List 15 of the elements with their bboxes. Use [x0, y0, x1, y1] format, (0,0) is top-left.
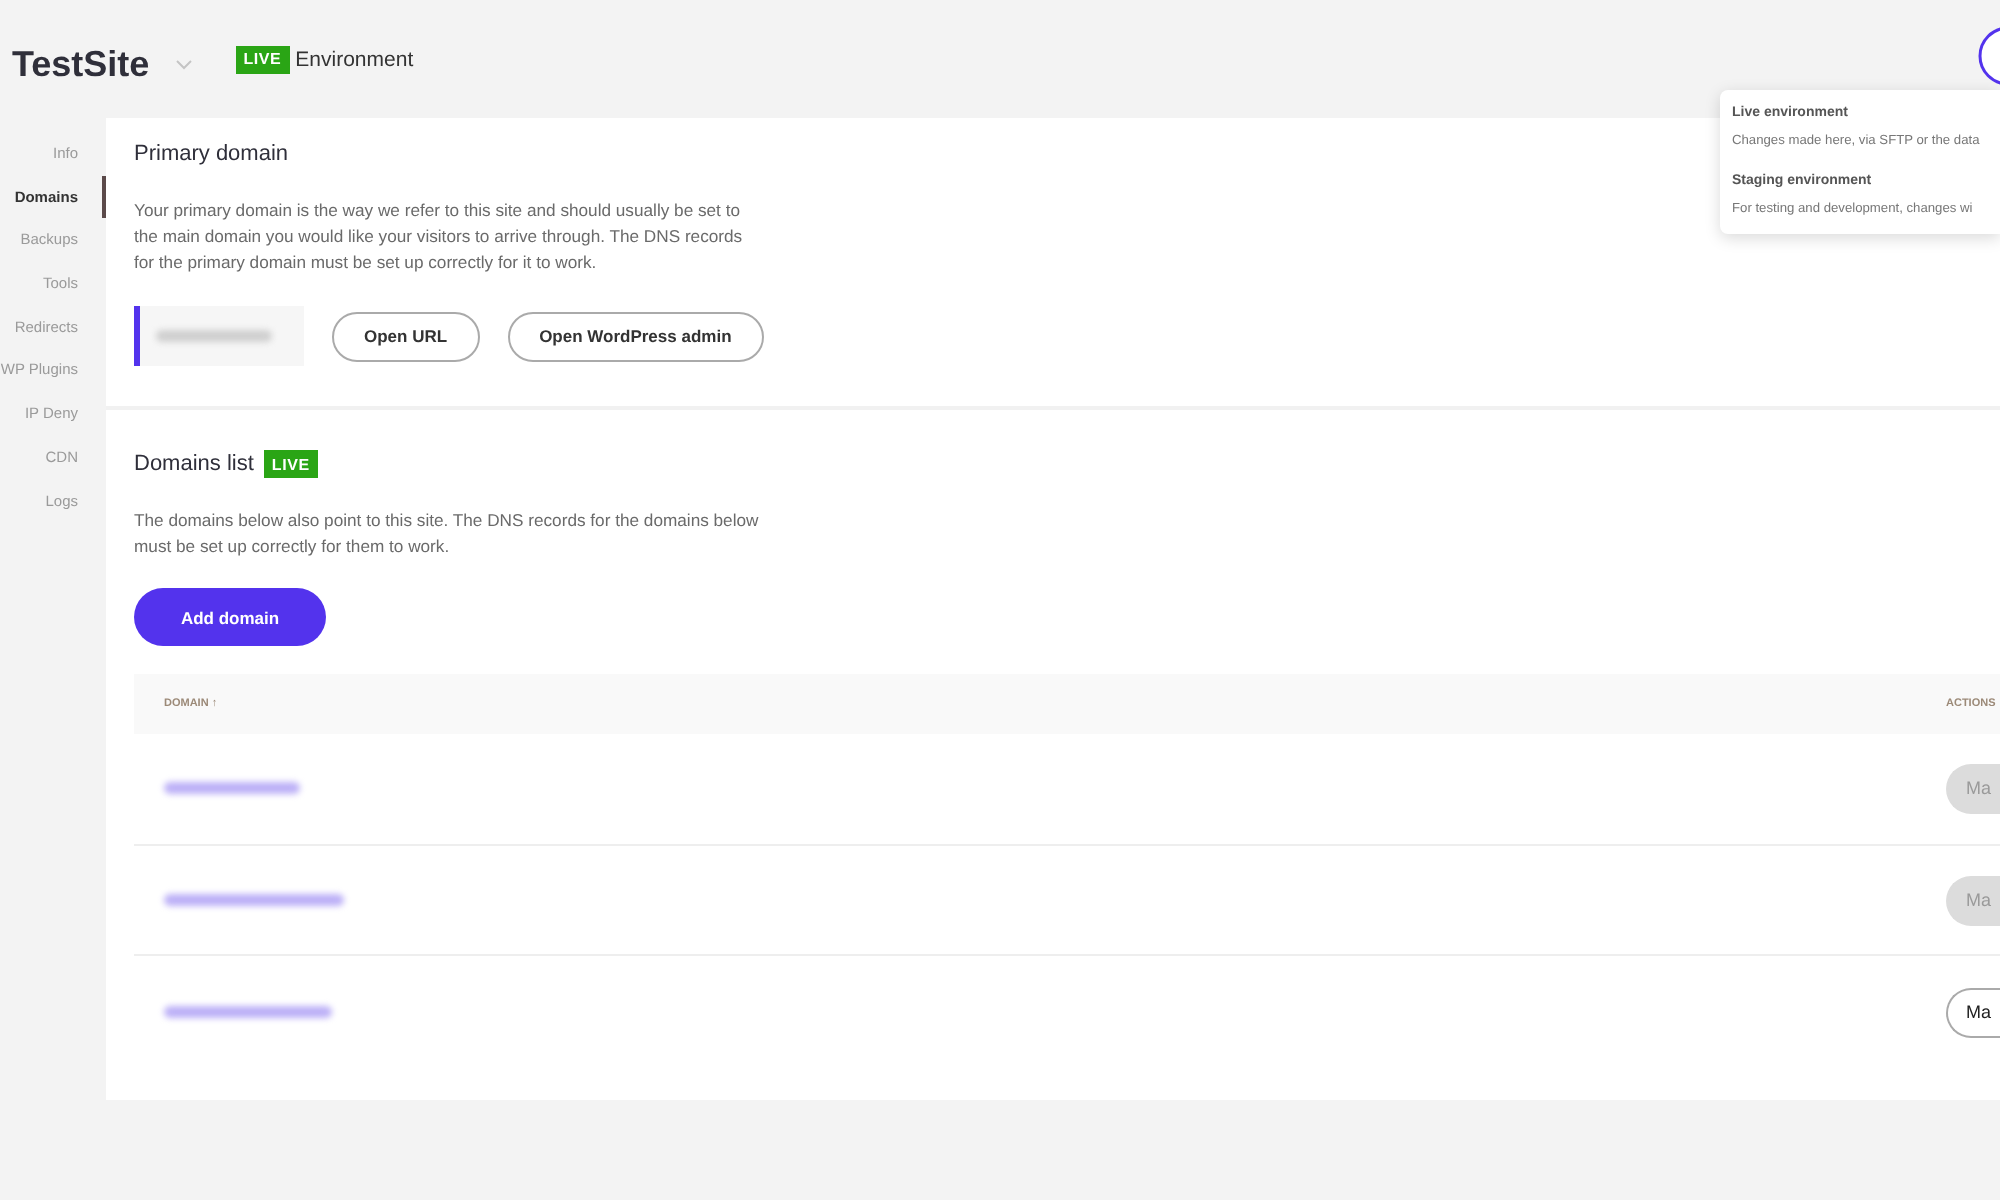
environment-label: Environment	[295, 47, 414, 71]
section-description: The domains below also point to this site. The DNS records for the domains below must be set up correctly for them to work.	[134, 508, 760, 560]
blurred-domain	[156, 330, 272, 342]
blurred-domain	[164, 782, 300, 795]
add-domain-button[interactable]: Add domain	[134, 588, 326, 646]
manage-button[interactable]: Ma	[1946, 987, 2000, 1038]
live-badge: LIVE	[263, 450, 318, 478]
section-title: Primary domain	[134, 140, 289, 170]
live-badge: LIVE	[235, 45, 290, 73]
section-title: Domains list	[134, 450, 254, 480]
outline-button[interactable]: Open URL	[332, 311, 480, 361]
outline-button[interactable]: Open WordPress admin	[507, 311, 764, 361]
ring-icon[interactable]	[1978, 26, 2000, 86]
site-name: TestSite	[12, 43, 150, 85]
section-description: Your primary domain is the way we refer to this site and should usually be set to the main domain you would like your visitors to arrive through. The DNS records for the primary domain must be set up correctly for it to work.	[134, 198, 745, 276]
